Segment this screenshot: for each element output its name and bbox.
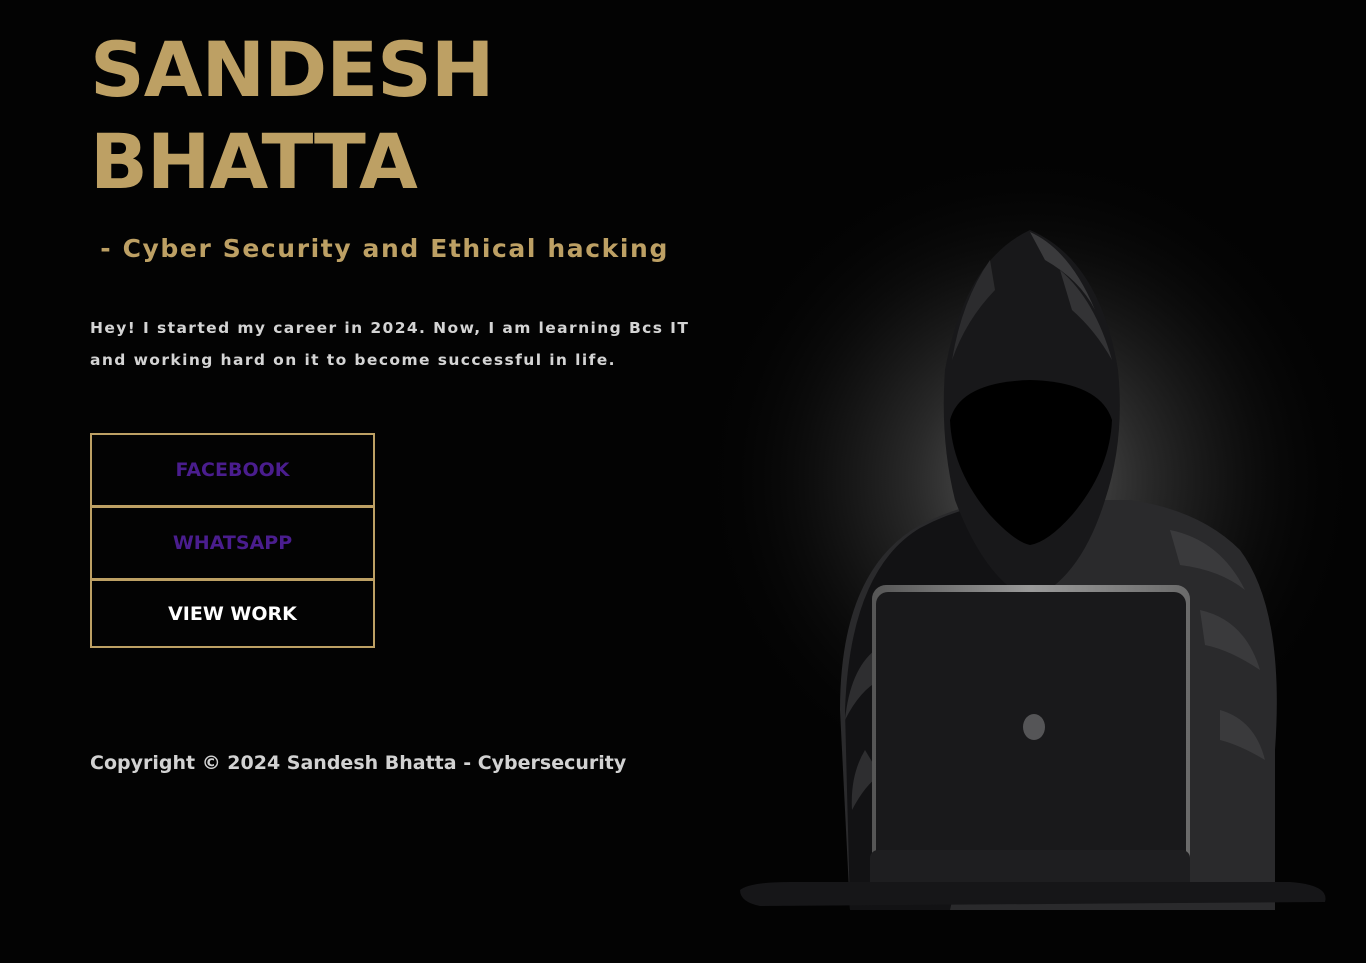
name-last: BHATTA	[90, 117, 418, 206]
copyright-text: Copyright © 2024 Sandesh Bhatta - Cybers…	[90, 752, 627, 774]
hooded-hacker-icon	[700, 130, 1360, 910]
hero-tagline: - Cyber Security and Ethical hacking	[90, 234, 669, 263]
social-buttons: FACEBOOK WHATSAPP VIEW WORK	[90, 433, 375, 648]
intro-text: Hey! I started my career in 2024. Now, I…	[90, 319, 690, 369]
hero-name: SANDESH BHATTA	[90, 24, 610, 208]
facebook-button[interactable]: FACEBOOK	[90, 433, 375, 507]
hacker-illustration	[700, 130, 1360, 940]
name-first: SANDESH	[90, 25, 495, 114]
whatsapp-button[interactable]: WHATSAPP	[90, 506, 375, 580]
view-work-button[interactable]: VIEW WORK	[90, 579, 375, 648]
